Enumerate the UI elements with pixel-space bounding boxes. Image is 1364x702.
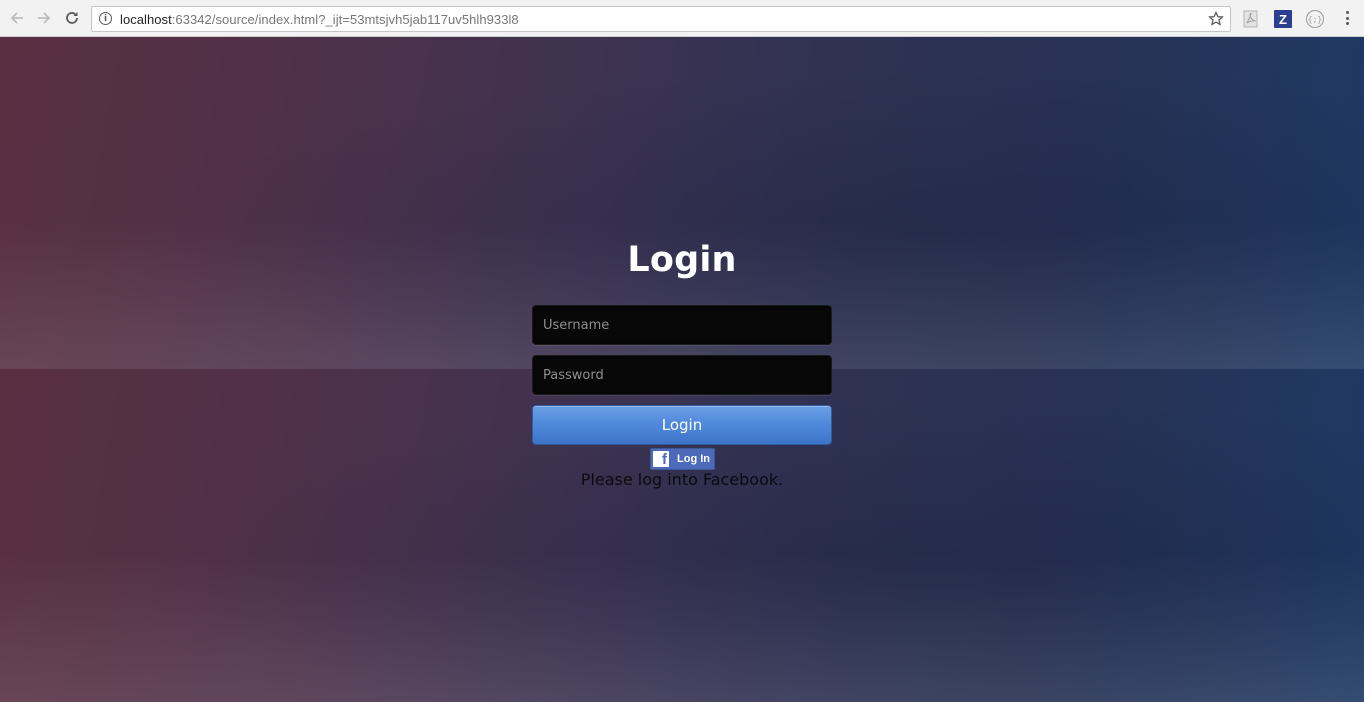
url-host: localhost (120, 12, 172, 27)
facebook-status-text: Please log into Facebook. (580, 470, 784, 489)
forward-button[interactable] (34, 8, 54, 28)
facebook-login-label: Log In (677, 453, 710, 465)
address-bar[interactable]: i localhost:63342/source/index.html?_ijt… (91, 6, 1231, 32)
arrow-right-icon (38, 12, 51, 24)
star-icon[interactable] (1208, 11, 1224, 27)
browser-toolbar: i localhost:63342/source/index.html?_ijt… (0, 0, 1364, 37)
login-title: Login (627, 240, 737, 280)
reload-icon (66, 12, 78, 24)
arrow-left-icon (10, 12, 23, 24)
login-button[interactable]: Login (532, 405, 832, 445)
back-button[interactable] (7, 8, 27, 28)
facebook-icon: f (653, 451, 669, 467)
code-icon[interactable]: {;} (1306, 10, 1324, 28)
reload-button[interactable] (62, 8, 82, 28)
username-input[interactable] (532, 305, 832, 345)
pdf-icon[interactable] (1242, 10, 1260, 28)
password-input[interactable] (532, 355, 832, 395)
facebook-login-button[interactable]: f Log In (650, 448, 715, 470)
url-text[interactable]: localhost:63342/source/index.html?_ijt=5… (120, 12, 519, 27)
url-path: :63342/source/index.html?_ijt=53mtsjvh5j… (171, 12, 519, 27)
menu-icon[interactable] (1340, 10, 1354, 28)
z-icon[interactable]: Z (1274, 10, 1292, 28)
page-viewport: Login Login f Log In Please log into Fac… (0, 37, 1364, 702)
info-icon[interactable]: i (99, 12, 112, 25)
